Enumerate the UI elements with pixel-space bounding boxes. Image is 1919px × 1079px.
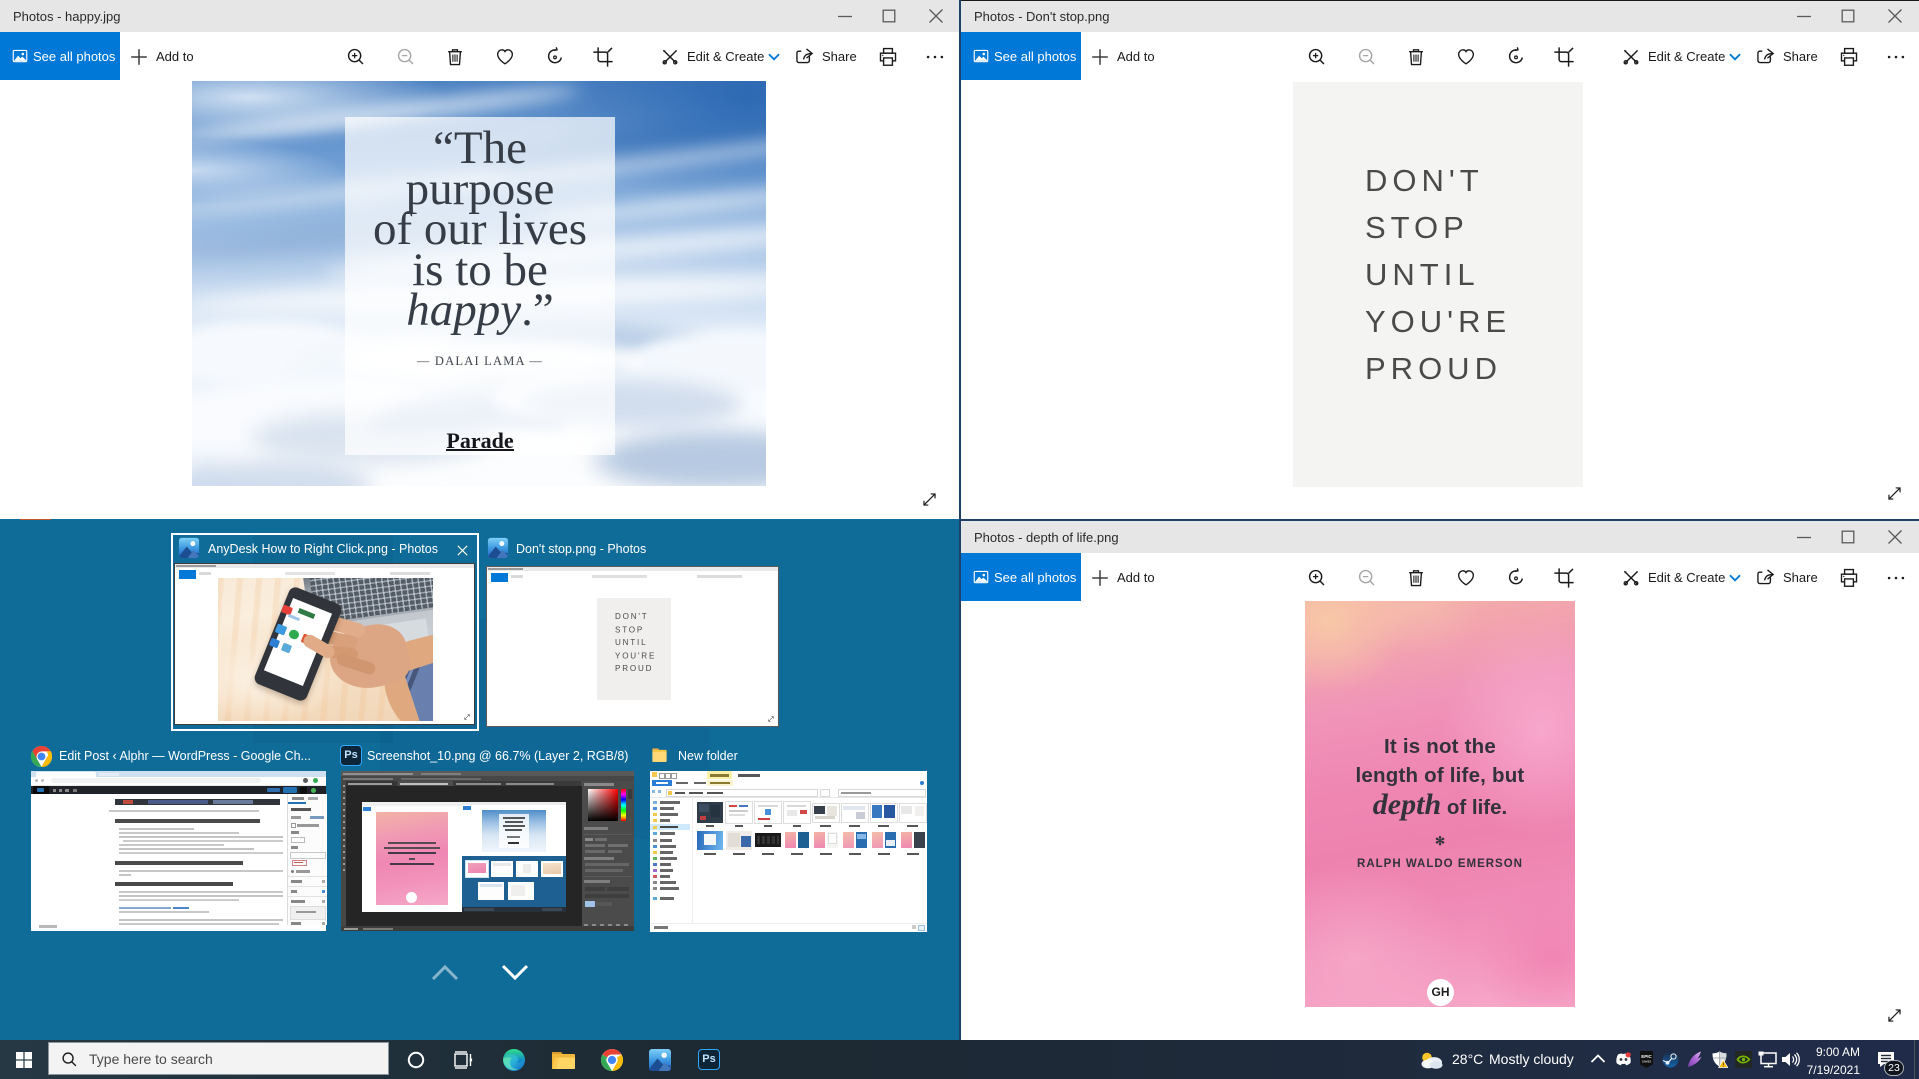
svg-text:EPIC: EPIC bbox=[1641, 1054, 1652, 1059]
svg-text:GAMES: GAMES bbox=[1642, 1060, 1652, 1064]
